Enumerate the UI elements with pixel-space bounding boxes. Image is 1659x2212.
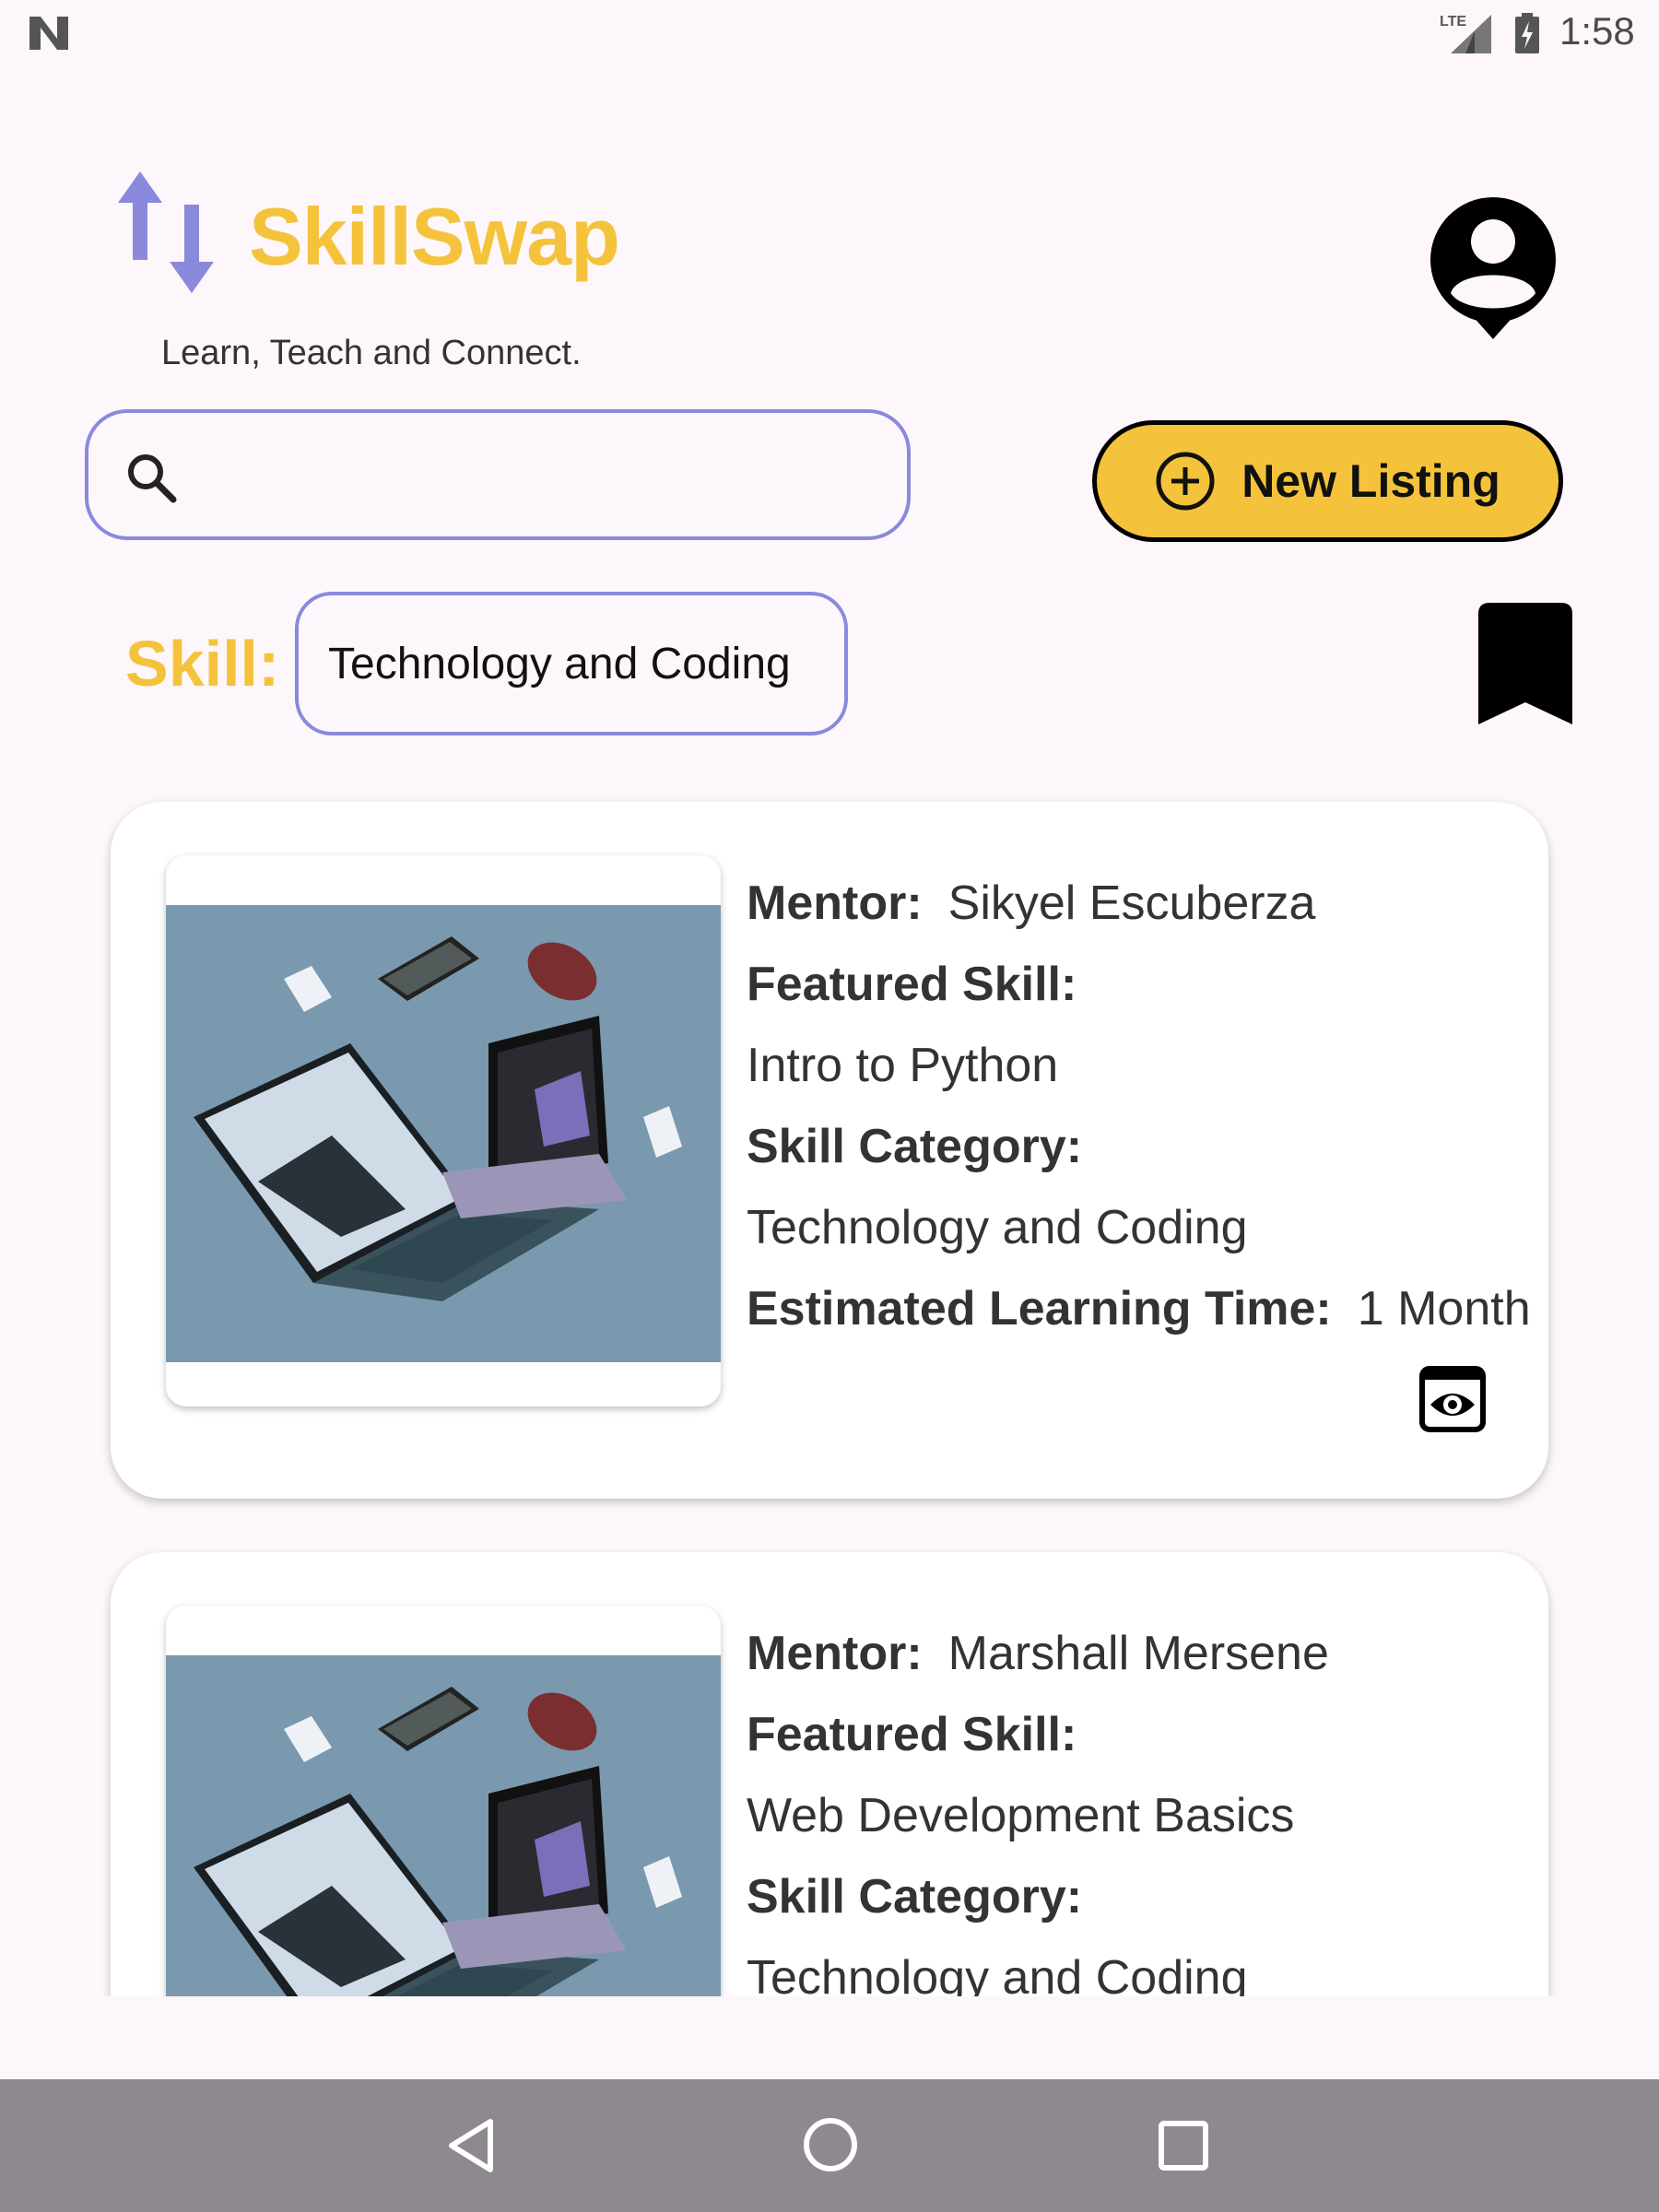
notification-n-icon: [29, 17, 68, 50]
laptop-photo: [166, 905, 721, 1362]
back-triangle-icon[interactable]: [444, 2118, 500, 2173]
featured-skill-value: Intro to Python: [747, 1039, 1059, 1092]
clock: 1:58: [1559, 9, 1635, 53]
mentor-row: Mentor: Sikyel Escuberza: [747, 863, 1502, 944]
account-circle-icon[interactable]: [1427, 195, 1559, 339]
battery-charging-icon: [1515, 13, 1539, 53]
listing-details: Mentor: Sikyel Escuberza Featured Skill: …: [747, 863, 1531, 1349]
search-input[interactable]: [199, 439, 881, 512]
home-circle-icon[interactable]: [802, 2116, 859, 2173]
mentor-value: Marshall Mersene: [947, 1627, 1329, 1680]
skill-filter-select[interactable]: Technology and Coding: [295, 592, 848, 735]
listing-image-frame: [166, 1606, 721, 1996]
bookmark-icon[interactable]: [1475, 599, 1576, 728]
estimated-time-row: Estimated Learning Time: 1 Month: [747, 1268, 1531, 1349]
listing-card[interactable]: Mentor: Sikyel Escuberza Featured Skill: …: [111, 802, 1548, 1499]
skill-category-label: Skill Category:: [747, 1870, 1083, 1924]
system-nav-bar: [0, 2079, 1659, 2212]
status-bar: LTE 1:58: [0, 0, 1659, 66]
skill-category-label-row: Skill Category:: [747, 1856, 1502, 1937]
listing-card[interactable]: Mentor: Marshall Mersene Featured Skill: …: [111, 1552, 1548, 1996]
featured-skill-label: Featured Skill:: [747, 1708, 1077, 1761]
search-icon: [128, 454, 177, 503]
lte-signal-icon: LTE: [1440, 14, 1491, 53]
skill-category-label-row: Skill Category:: [747, 1106, 1502, 1187]
skill-category-value: Technology and Coding: [747, 1201, 1248, 1254]
recent-square-icon[interactable]: [1158, 2120, 1209, 2171]
skill-filter-value: Technology and Coding: [328, 639, 791, 688]
laptop-photo: [166, 1655, 721, 1996]
skill-category-value: Technology and Coding: [747, 1951, 1248, 1996]
skill-filter-label: Skill:: [125, 628, 280, 700]
plus-circle-icon: [1156, 452, 1215, 511]
mentor-label: Mentor:: [747, 1627, 923, 1680]
featured-skill-label: Featured Skill:: [747, 958, 1077, 1011]
featured-skill-label-row: Featured Skill:: [747, 944, 1502, 1025]
estimated-time-value: 1 Month: [1357, 1282, 1531, 1335]
eye-icon[interactable]: [1419, 1366, 1486, 1432]
featured-skill-label-row: Featured Skill:: [747, 1694, 1502, 1775]
listing-list[interactable]: Mentor: Sikyel Escuberza Featured Skill: …: [0, 793, 1659, 1996]
swap-arrows-icon: [118, 171, 214, 293]
new-listing-button[interactable]: New Listing: [1092, 420, 1563, 542]
listing-details: Mentor: Marshall Mersene Featured Skill: …: [747, 1613, 1502, 1996]
mentor-value: Sikyel Escuberza: [947, 877, 1316, 930]
skill-category-label: Skill Category:: [747, 1120, 1083, 1173]
mentor-label: Mentor:: [747, 877, 923, 930]
new-listing-label: New Listing: [1241, 455, 1500, 507]
app-title: SkillSwap: [249, 191, 620, 282]
lte-label: LTE: [1440, 14, 1466, 29]
mentor-row: Mentor: Marshall Mersene: [747, 1613, 1502, 1694]
search-bar[interactable]: [85, 409, 911, 540]
estimated-time-label: Estimated Learning Time:: [747, 1282, 1332, 1335]
featured-skill-value: Web Development Basics: [747, 1789, 1295, 1842]
listing-image-frame: [166, 855, 721, 1406]
tagline: Learn, Teach and Connect.: [161, 334, 582, 372]
